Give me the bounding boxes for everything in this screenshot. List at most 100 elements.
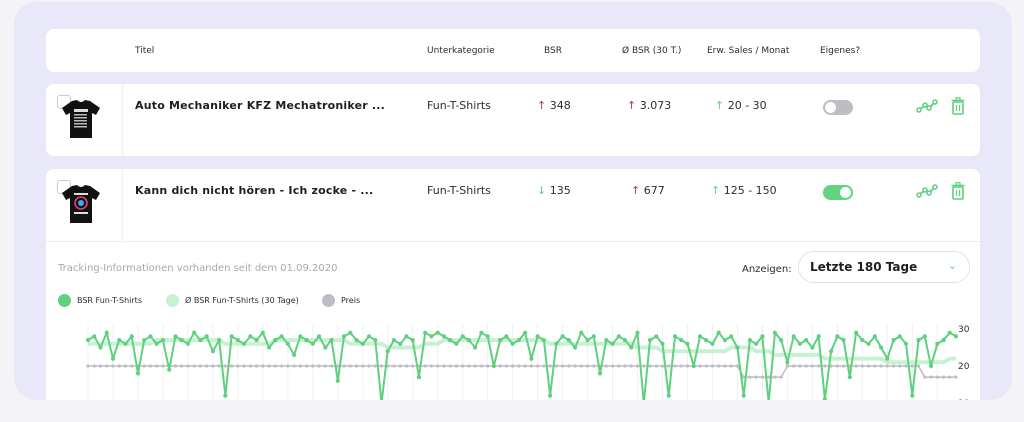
data-point[interactable] (754, 341, 759, 346)
data-point[interactable] (723, 364, 727, 368)
data-point[interactable] (898, 364, 902, 368)
data-point[interactable] (767, 375, 771, 379)
data-point[interactable] (248, 334, 253, 339)
data-point[interactable] (741, 393, 746, 398)
data-point[interactable] (366, 334, 372, 339)
data-point[interactable] (436, 364, 440, 368)
data-point[interactable] (660, 364, 665, 368)
data-point[interactable] (797, 341, 802, 346)
data-point[interactable] (735, 364, 740, 368)
data-point[interactable] (185, 341, 191, 346)
data-point[interactable] (935, 375, 939, 379)
data-point[interactable] (448, 338, 453, 343)
data-point[interactable] (872, 334, 877, 339)
data-point[interactable] (186, 364, 190, 368)
data-point[interactable] (792, 364, 796, 368)
data-point[interactable] (504, 364, 508, 368)
data-point[interactable] (873, 364, 877, 368)
legend-item-price[interactable]: Preis (322, 294, 360, 307)
data-point[interactable] (748, 375, 752, 379)
data-point[interactable] (86, 364, 90, 368)
data-point[interactable] (398, 364, 402, 368)
legend-item-bsr[interactable]: BSR Fun-T-Shirts (58, 294, 142, 307)
data-point[interactable] (229, 334, 234, 339)
data-point[interactable] (104, 330, 109, 335)
data-point[interactable] (342, 364, 346, 368)
data-point[interactable] (92, 364, 96, 368)
data-point[interactable] (348, 330, 353, 335)
data-point[interactable] (485, 334, 490, 339)
data-point[interactable] (205, 364, 209, 368)
data-point[interactable] (361, 364, 365, 368)
data-point[interactable] (698, 364, 702, 368)
data-point[interactable] (516, 338, 521, 343)
data-point[interactable] (360, 341, 365, 346)
data-point[interactable] (817, 364, 821, 368)
data-point[interactable] (878, 345, 884, 350)
data-point[interactable] (510, 341, 515, 346)
data-point[interactable] (948, 375, 952, 379)
data-point[interactable] (592, 364, 596, 368)
data-point[interactable] (810, 345, 815, 350)
data-point[interactable] (829, 349, 834, 354)
data-point[interactable] (823, 364, 827, 368)
data-point[interactable] (604, 364, 608, 368)
data-point[interactable] (923, 375, 927, 379)
col-own[interactable]: Eigenes? (820, 46, 860, 56)
data-point[interactable] (535, 334, 540, 339)
data-point[interactable] (341, 334, 347, 339)
data-point[interactable] (479, 364, 484, 368)
data-point[interactable] (585, 364, 590, 368)
data-point[interactable] (710, 341, 715, 346)
data-point[interactable] (685, 341, 690, 346)
data-point[interactable] (466, 338, 472, 343)
data-point[interactable] (754, 375, 758, 379)
data-point[interactable] (660, 341, 665, 346)
data-point[interactable] (760, 375, 765, 379)
bsr-chart[interactable]: 30 20 10 (46, 319, 980, 400)
data-point[interactable] (210, 349, 215, 354)
data-point[interactable] (223, 393, 228, 398)
data-point[interactable] (110, 356, 116, 361)
data-point[interactable] (860, 364, 864, 368)
data-point[interactable] (536, 364, 540, 368)
table-row[interactable]: Auto Mechaniker KFZ Mechatroniker ... Fu… (46, 84, 980, 156)
data-point[interactable] (286, 364, 290, 368)
data-point[interactable] (647, 338, 653, 343)
data-point[interactable] (329, 338, 334, 343)
legend-item-avg-bsr[interactable]: Ø BSR Fun-T-Shirts (30 Tage) (166, 294, 299, 307)
data-point[interactable] (685, 364, 690, 368)
data-point[interactable] (847, 375, 852, 380)
data-point[interactable] (329, 364, 334, 368)
data-point[interactable] (491, 363, 496, 369)
data-point[interactable] (123, 341, 128, 346)
product-title[interactable]: Kann dich nicht hören - Ich zocke - ... (135, 184, 373, 197)
data-point[interactable] (467, 364, 471, 368)
data-point[interactable] (117, 338, 122, 343)
col-avg-bsr[interactable]: Ø BSR (30 T.) (622, 46, 681, 56)
data-point[interactable] (954, 375, 958, 379)
data-point[interactable] (548, 393, 553, 398)
data-point[interactable] (429, 364, 434, 368)
data-point[interactable] (248, 364, 252, 368)
data-point[interactable] (242, 364, 246, 368)
data-point[interactable] (529, 356, 534, 361)
chart-line-icon[interactable] (916, 183, 938, 199)
data-point[interactable] (442, 364, 446, 368)
data-point[interactable] (448, 364, 452, 368)
data-point[interactable] (672, 334, 678, 339)
data-point[interactable] (291, 352, 297, 357)
data-point[interactable] (560, 364, 565, 368)
data-point[interactable] (242, 341, 247, 346)
data-point[interactable] (779, 375, 783, 379)
data-point[interactable] (204, 334, 209, 339)
data-point[interactable] (617, 364, 621, 368)
data-point[interactable] (198, 338, 203, 343)
data-point[interactable] (779, 338, 784, 343)
data-point[interactable] (292, 364, 296, 368)
data-point[interactable] (566, 338, 571, 343)
data-point[interactable] (255, 364, 259, 368)
data-point[interactable] (947, 330, 952, 335)
data-point[interactable] (866, 341, 871, 346)
data-point[interactable] (735, 345, 740, 350)
